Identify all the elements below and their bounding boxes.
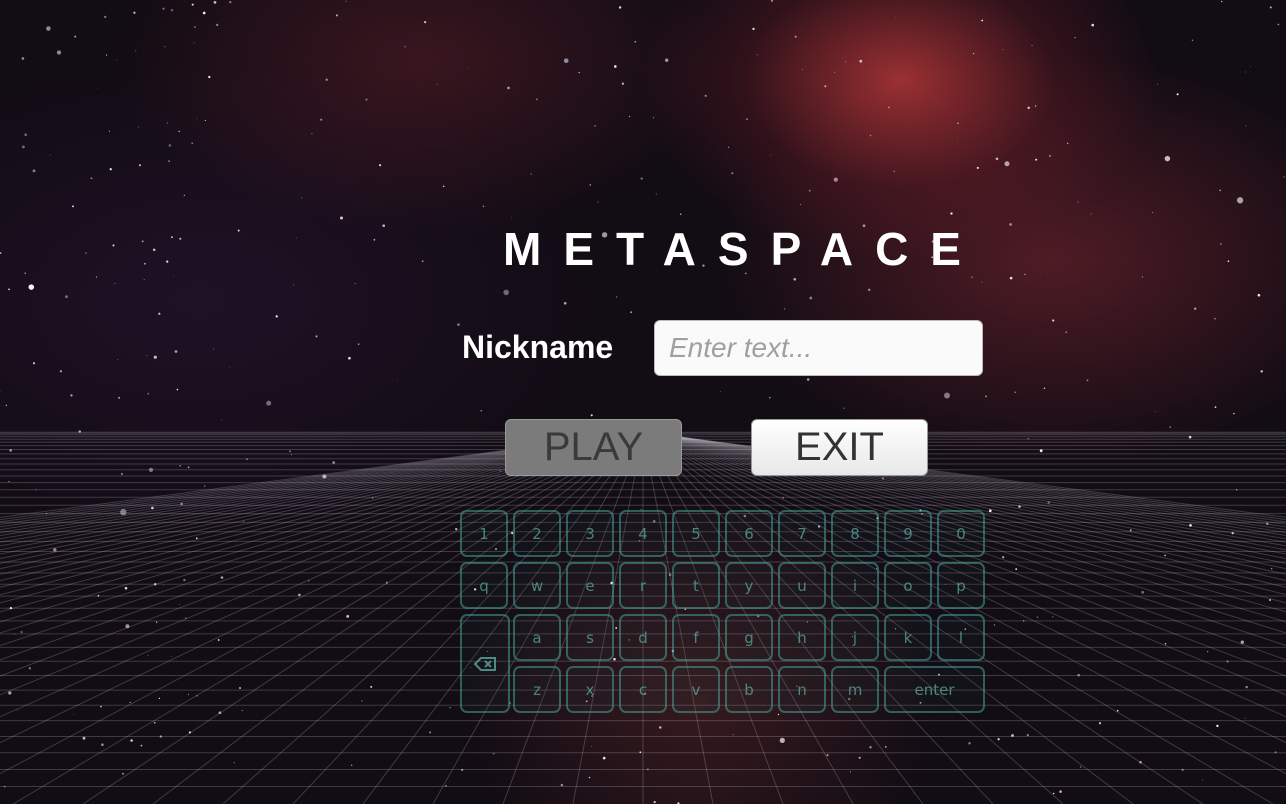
nickname-label: Nickname xyxy=(462,329,614,365)
key-5[interactable]: 5 xyxy=(672,510,720,557)
key-y[interactable]: y xyxy=(725,562,773,609)
key-e[interactable]: e xyxy=(566,562,614,609)
key-8[interactable]: 8 xyxy=(831,510,879,557)
backspace-key[interactable] xyxy=(460,614,510,713)
key-p[interactable]: p xyxy=(937,562,985,609)
key-x[interactable]: x xyxy=(566,666,614,713)
play-button[interactable]: PLAY xyxy=(505,419,682,476)
key-v[interactable]: v xyxy=(672,666,720,713)
key-z[interactable]: z xyxy=(513,666,561,713)
nickname-input[interactable] xyxy=(654,320,983,376)
virtual-keyboard: 1 2 3 4 5 6 7 8 9 0 q w e r t y u i o p a s d f g h j k l z x c v b n m ente… xyxy=(460,510,990,716)
key-l[interactable]: l xyxy=(937,614,985,661)
key-o[interactable]: o xyxy=(884,562,932,609)
game-title: METASPACE xyxy=(503,223,983,275)
key-r[interactable]: r xyxy=(619,562,667,609)
key-c[interactable]: c xyxy=(619,666,667,713)
key-d[interactable]: d xyxy=(619,614,667,661)
key-w[interactable]: w xyxy=(513,562,561,609)
key-a[interactable]: a xyxy=(513,614,561,661)
key-7[interactable]: 7 xyxy=(778,510,826,557)
key-n[interactable]: n xyxy=(778,666,826,713)
key-6[interactable]: 6 xyxy=(725,510,773,557)
backspace-icon xyxy=(473,656,496,671)
key-3[interactable]: 3 xyxy=(566,510,614,557)
key-s[interactable]: s xyxy=(566,614,614,661)
key-g[interactable]: g xyxy=(725,614,773,661)
key-j[interactable]: j xyxy=(831,614,879,661)
key-h[interactable]: h xyxy=(778,614,826,661)
key-m[interactable]: m xyxy=(831,666,879,713)
key-0[interactable]: 0 xyxy=(937,510,985,557)
key-u[interactable]: u xyxy=(778,562,826,609)
key-f[interactable]: f xyxy=(672,614,720,661)
key-i[interactable]: i xyxy=(831,562,879,609)
key-t[interactable]: t xyxy=(672,562,720,609)
key-q[interactable]: q xyxy=(460,562,508,609)
key-1[interactable]: 1 xyxy=(460,510,508,557)
exit-button[interactable]: EXIT xyxy=(751,419,928,476)
key-k[interactable]: k xyxy=(884,614,932,661)
key-b[interactable]: b xyxy=(725,666,773,713)
key-2[interactable]: 2 xyxy=(513,510,561,557)
enter-key[interactable]: enter xyxy=(884,666,985,713)
key-9[interactable]: 9 xyxy=(884,510,932,557)
key-4[interactable]: 4 xyxy=(619,510,667,557)
